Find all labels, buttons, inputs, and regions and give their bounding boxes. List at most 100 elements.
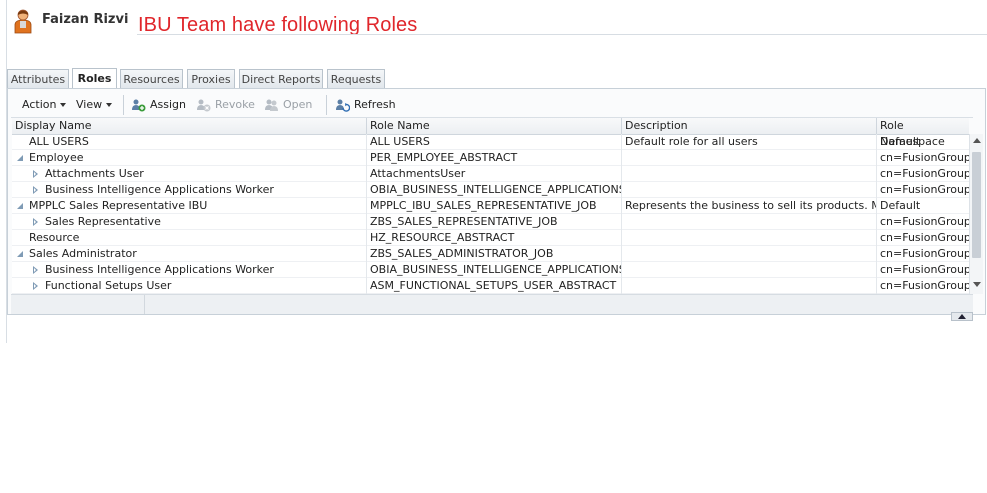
cell-display-name: Sales Representative — [12, 214, 367, 230]
cell-role-name: OBIA_BUSINESS_INTELLIGENCE_APPLICATIONS_… — [367, 262, 622, 278]
cell-role-namespace: cn=FusionGroups, — [877, 230, 969, 246]
cell-role-name-text: ZBS_SALES_ADMINISTRATOR_JOB — [370, 247, 554, 260]
refresh-label: Refresh — [354, 98, 396, 111]
cell-description-text: Default role for all users — [625, 135, 758, 148]
cell-role-namespace: cn=FusionGroups, — [877, 166, 969, 182]
table-row[interactable]: Sales Administrator ZBS_SALES_ADMINISTRAT… — [12, 246, 969, 262]
cell-display-name-text: Resource — [29, 231, 80, 244]
cell-role-name-text: ALL USERS — [370, 135, 430, 148]
collapse-toggle-icon[interactable] — [33, 266, 38, 274]
cell-role-name-text: AttachmentsUser — [370, 167, 466, 180]
scroll-down-icon[interactable] — [973, 282, 981, 287]
table-row[interactable]: Sales Representative ZBS_SALES_REPRESENTA… — [12, 214, 969, 230]
cell-role-name: ZBS_SALES_REPRESENTATIVE_JOB — [367, 214, 622, 230]
column-header-role-name[interactable]: Role Name — [367, 118, 622, 134]
table-row[interactable]: Resource HZ_RESOURCE_ABSTRACT cn=FusionGro… — [12, 230, 969, 246]
tab-direct-reports[interactable]: Direct Reports — [239, 69, 323, 88]
cell-display-name-text: Business Intelligence Applications Worke… — [45, 263, 274, 276]
column-header-description[interactable]: Description — [622, 118, 877, 134]
cell-role-namespace: cn=FusionGroups, — [877, 150, 969, 166]
scroll-up-icon[interactable] — [973, 138, 981, 143]
tab-attributes[interactable]: Attributes — [7, 69, 69, 88]
cell-role-name-text: OBIA_BUSINESS_INTELLIGENCE_APPLICATIONS_… — [370, 183, 622, 196]
cell-role-namespace-text: Default — [880, 199, 921, 212]
cell-role-namespace: cn=FusionGroups, — [877, 214, 969, 230]
roles-table: Display Name Role Name Description Role … — [12, 118, 969, 294]
cell-role-name: PER_EMPLOYEE_ABSTRACT — [367, 150, 622, 166]
chevron-down-icon — [60, 103, 67, 107]
cell-display-name-text: Sales Representative — [45, 215, 161, 228]
cell-display-name: Business Intelligence Applications Worke… — [12, 262, 367, 278]
cell-role-namespace-text: cn=FusionGroups, — [880, 183, 969, 196]
collapse-toggle-icon[interactable] — [33, 186, 38, 194]
open-button[interactable]: Open — [264, 97, 312, 113]
cell-role-namespace: Default — [877, 198, 969, 214]
table-row[interactable]: Employee PER_EMPLOYEE_ABSTRACT cn=FusionGr… — [12, 150, 969, 166]
cell-description — [622, 246, 877, 262]
cell-role-name: ZBS_SALES_ADMINISTRATOR_JOB — [367, 246, 622, 262]
header-divider — [137, 34, 987, 35]
user-icon — [14, 9, 32, 34]
cell-role-name: AttachmentsUser — [367, 166, 622, 182]
cell-description-text: Represents the business to sell its prod… — [625, 199, 876, 212]
cell-display-name: Sales Administrator — [12, 246, 367, 262]
cell-display-name: ALL USERS — [12, 134, 367, 150]
view-menu[interactable]: View — [76, 97, 113, 113]
cell-role-namespace-text: cn=FusionGroups, — [880, 279, 969, 292]
table-footer — [11, 294, 973, 314]
cell-role-namespace: cn=FusionGroups, — [877, 182, 969, 198]
tab-proxies[interactable]: Proxies — [187, 69, 235, 88]
cell-description — [622, 166, 877, 182]
assign-button[interactable]: Assign — [131, 97, 186, 113]
table-row[interactable]: MPPLC Sales Representative IBU MPPLC_IBU_… — [12, 198, 969, 214]
cell-role-namespace: cn=FusionGroups, — [877, 278, 969, 294]
table-row[interactable]: Functional Setups User ASM_FUNCTIONAL_SET… — [12, 278, 969, 294]
table-row[interactable]: Business Intelligence Applications Worke… — [12, 182, 969, 198]
open-icon — [265, 99, 278, 111]
cell-role-namespace-text: cn=FusionGroups, — [880, 151, 969, 164]
cell-role-namespace-text: cn=FusionGroups, — [880, 247, 969, 260]
tab-resources[interactable]: Resources — [120, 69, 183, 88]
cell-role-name-text: ZBS_SALES_REPRESENTATIVE_JOB — [370, 215, 558, 228]
vertical-scrollbar[interactable] — [969, 134, 983, 294]
cell-role-namespace: Default — [877, 134, 969, 150]
cell-display-name: Employee — [12, 150, 367, 166]
assign-label: Assign — [150, 98, 186, 111]
column-header-role-namespace[interactable]: Role Namespace — [877, 118, 969, 148]
table-row[interactable]: Attachments User AttachmentsUser cn=Fusion… — [12, 166, 969, 182]
expand-toggle-icon[interactable] — [17, 251, 23, 257]
expand-toggle-icon[interactable] — [17, 203, 23, 209]
column-header-display-name[interactable]: Display Name — [12, 118, 367, 134]
cell-role-namespace-text: cn=FusionGroups, — [880, 215, 969, 228]
cell-display-name-text: Sales Administrator — [29, 247, 137, 260]
collapse-toggle-icon[interactable] — [33, 282, 38, 290]
cell-description — [622, 278, 877, 294]
tab-roles[interactable]: Roles — [72, 68, 117, 89]
user-name: Faizan Rizvi — [42, 12, 129, 27]
revoke-button[interactable]: Revoke — [196, 97, 255, 113]
cell-display-name: Functional Setups User — [12, 278, 367, 294]
scrollbar-thumb[interactable] — [972, 152, 981, 258]
expand-toggle-icon[interactable] — [17, 155, 23, 161]
collapse-panel-button[interactable] — [951, 312, 973, 321]
cell-role-name-text: HZ_RESOURCE_ABSTRACT — [370, 231, 515, 244]
collapse-toggle-icon[interactable] — [33, 170, 38, 178]
collapse-toggle-icon[interactable] — [33, 218, 38, 226]
refresh-button[interactable]: Refresh — [335, 97, 396, 113]
tab-requests[interactable]: Requests — [327, 69, 385, 88]
cell-role-namespace: cn=FusionGroups, — [877, 262, 969, 278]
table-row[interactable]: Business Intelligence Applications Worke… — [12, 262, 969, 278]
action-menu[interactable]: Action — [22, 97, 67, 113]
table-row[interactable]: ALL USERS ALL USERS Default role for all u… — [12, 134, 969, 150]
cell-role-namespace-text: cn=FusionGroups, — [880, 263, 969, 276]
cell-display-name: Business Intelligence Applications Worke… — [12, 182, 367, 198]
cell-role-namespace-text: Default — [880, 135, 921, 148]
cell-role-namespace: cn=FusionGroups, — [877, 246, 969, 262]
cell-role-name: ALL USERS — [367, 134, 622, 150]
cell-description: Default role for all users — [622, 134, 877, 150]
cell-description — [622, 214, 877, 230]
cell-display-name-text: MPPLC Sales Representative IBU — [29, 199, 208, 212]
cell-role-name-text: ASM_FUNCTIONAL_SETUPS_USER_ABSTRACT — [370, 279, 617, 292]
chevron-down-icon — [106, 103, 113, 107]
chevron-up-icon — [958, 314, 966, 319]
